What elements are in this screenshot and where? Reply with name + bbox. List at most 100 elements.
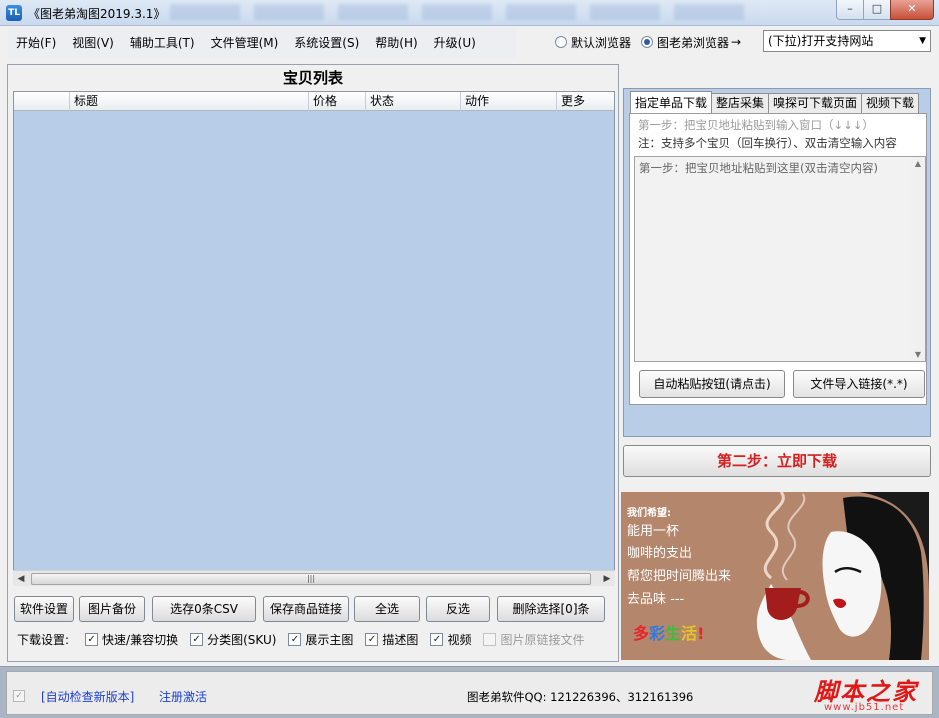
option-sku-images[interactable]: ✓ 分类图(SKU)	[190, 631, 276, 648]
download-settings-label: 下载设置:	[17, 632, 70, 647]
checkbox[interactable]: ✓	[430, 632, 444, 646]
ad-colorful-life: 多彩生活!	[633, 620, 704, 644]
option-fast-compat[interactable]: ✓ 快速/兼容切换	[85, 631, 178, 648]
menu-view[interactable]: 视图(V)	[64, 28, 122, 58]
vertical-scrollbar[interactable]: ▲ ▼	[911, 157, 925, 361]
column-header-more[interactable]: 更多	[557, 92, 614, 111]
tuolaodi-browser-radio[interactable]	[641, 36, 654, 48]
close-button[interactable]: ✕	[890, 0, 934, 20]
auto-check-update-link[interactable]: [自动检查新版本]	[41, 688, 134, 705]
scroll-down-icon[interactable]: ▼	[911, 350, 925, 359]
register-activate-link[interactable]: 注册激活	[159, 688, 207, 705]
ad-line: 咖啡的支出	[627, 546, 693, 561]
scroll-left-icon[interactable]: ◀	[13, 571, 29, 587]
item-table[interactable]: 标题 价格 状态 动作 更多	[13, 91, 615, 586]
option-main-images[interactable]: ✓ 展示主图	[288, 631, 353, 648]
blurred-tab	[506, 4, 576, 20]
import-links-file-button[interactable]: 文件导入链接(*.*)	[793, 370, 925, 398]
arrow-right-icon: →	[731, 35, 742, 49]
tab-single-item[interactable]: 指定单品下载	[630, 91, 713, 113]
table-header: 标题 价格 状态 动作 更多	[14, 92, 614, 111]
save-links-button[interactable]: 保存商品链接	[263, 596, 349, 622]
scroll-right-icon[interactable]: ▶	[599, 571, 615, 587]
start-download-button[interactable]: 第二步：立即下载	[623, 445, 931, 477]
chevron-down-icon: ▼	[919, 36, 926, 46]
menu-upgrade[interactable]: 升级(U)	[426, 28, 484, 58]
maximize-button[interactable]: □	[863, 0, 891, 20]
column-header-status[interactable]: 状态	[366, 92, 461, 111]
menu-settings[interactable]: 系统设置(S)	[286, 28, 367, 58]
option-original-image-links: 图片原链接文件	[483, 631, 584, 648]
checkbox[interactable]: ✓	[288, 632, 302, 646]
option-label: 展示主图	[305, 632, 354, 647]
menu-start[interactable]: 开始(F)	[8, 28, 64, 58]
checkbox[interactable]: ✓	[85, 632, 99, 646]
watermark-url: www.jb51.net	[824, 702, 905, 713]
software-settings-button[interactable]: 软件设置	[14, 596, 74, 622]
option-label: 分类图(SKU)	[207, 632, 277, 647]
tab-content: 第一步：把宝贝地址粘贴到输入窗口（↓↓↓） 注：支持多个宝贝（回车换行）、双击清…	[629, 113, 927, 405]
select-all-button[interactable]: 全选	[354, 596, 420, 622]
minimize-button[interactable]: –	[836, 0, 864, 20]
ad-heading: 我们希望:	[627, 508, 671, 519]
ad-char: 多	[633, 624, 650, 643]
menu-help[interactable]: 帮助(H)	[367, 28, 425, 58]
delete-selected-button[interactable]: 删除选择[0]条	[497, 596, 605, 622]
ad-char: 生	[665, 624, 682, 643]
column-header-action[interactable]: 动作	[461, 92, 557, 111]
tab-sniff-pages[interactable]: 嗅探可下载页面	[768, 93, 863, 113]
invert-selection-button[interactable]: 反选	[426, 596, 490, 622]
auto-check-checkbox[interactable]: ✓	[13, 690, 25, 702]
blurred-tab	[338, 4, 408, 20]
option-label: 图片原链接文件	[500, 632, 585, 647]
download-panel: 指定单品下载 整店采集 嗅探可下载页面 视频下载 第一步：把宝贝地址粘贴到输入窗…	[623, 88, 931, 437]
ad-char: 活	[681, 624, 698, 643]
menu-file-manage[interactable]: 文件管理(M)	[203, 28, 287, 58]
ad-line: 去品味 ---	[627, 592, 685, 607]
blurred-tab	[674, 4, 744, 20]
blurred-tab	[590, 4, 660, 20]
ad-banner[interactable]: 我们希望: 能用一杯 咖啡的支出 帮您把时间腾出来 去品味 --- 多彩生活!	[621, 492, 929, 660]
tab-shop-collect[interactable]: 整店采集	[711, 93, 770, 113]
menu-tools[interactable]: 辅助工具(T)	[122, 28, 203, 58]
export-csv-button[interactable]: 选存0条CSV	[152, 596, 256, 622]
panel-title: 宝贝列表	[282, 69, 343, 87]
contact-qq: 图老弟软件QQ: 121226396、312161396	[467, 690, 694, 704]
tuolaodi-browser-label[interactable]: 图老弟浏览器	[657, 34, 729, 51]
jb51-watermark-logo: 脚本之家 www.jb51.net	[810, 674, 934, 714]
option-description-images[interactable]: ✓ 描述图	[365, 631, 418, 648]
item-list-panel: 宝贝列表 标题 价格 状态 动作 更多 ◀ ||| ▶ 软件设置 图片备份 选存…	[7, 64, 619, 662]
menu-bar: 开始(F) 视图(V) 辅助工具(T) 文件管理(M) 系统设置(S) 帮助(H…	[8, 28, 516, 58]
item-url-input[interactable]: 第一步：把宝贝地址粘贴到这里(双击清空内容) ▲ ▼	[634, 156, 926, 362]
checkbox[interactable]: ✓	[365, 632, 379, 646]
column-header-checkbox[interactable]	[14, 92, 70, 111]
blurred-tab	[254, 4, 324, 20]
ad-char: 彩	[649, 624, 666, 643]
option-label: 视频	[447, 632, 472, 647]
option-video[interactable]: ✓ 视频	[430, 631, 471, 648]
title-bar: TL 《图老弟淘图2019.3.1》 – □ ✕	[0, 0, 939, 26]
image-backup-button[interactable]: 图片备份	[79, 596, 145, 622]
blurred-tab	[170, 4, 240, 20]
checkbox-disabled	[483, 632, 497, 646]
scroll-up-icon[interactable]: ▲	[911, 159, 925, 168]
ad-line: 帮您把时间腾出来	[627, 569, 732, 584]
auto-paste-button[interactable]: 自动粘贴按钮(请点击)	[639, 370, 785, 398]
column-header-title[interactable]: 标题	[70, 92, 309, 111]
support-sites-dropdown[interactable]: (下拉)打开支持网站 ▼	[763, 30, 931, 52]
horizontal-scrollbar[interactable]: ◀ ||| ▶	[13, 570, 615, 586]
option-label: 描述图	[382, 632, 419, 647]
scrollbar-thumb[interactable]: |||	[31, 573, 591, 585]
download-settings-row: 下载设置: ✓ 快速/兼容切换 ✓ 分类图(SKU) ✓ 展示主图 ✓ 描述图 …	[17, 630, 596, 648]
download-tabs: 指定单品下载 整店采集 嗅探可下载页面 视频下载	[630, 91, 920, 113]
tab-video-download[interactable]: 视频下载	[861, 93, 920, 113]
column-header-price[interactable]: 价格	[309, 92, 366, 111]
status-bar: ✓ [自动检查新版本] 注册激活 图老弟软件QQ: 121226396、3121…	[0, 666, 939, 718]
checkbox[interactable]: ✓	[190, 632, 204, 646]
status-inner: ✓ [自动检查新版本] 注册激活 图老弟软件QQ: 121226396、3121…	[6, 671, 933, 715]
blurred-tab	[422, 4, 492, 20]
multi-item-note: 注：支持多个宝贝（回车换行）、双击清空输入内容	[638, 136, 897, 150]
default-browser-radio[interactable]	[555, 36, 567, 48]
app-logo-icon: TL	[6, 5, 22, 21]
default-browser-label[interactable]: 默认浏览器	[571, 34, 631, 51]
